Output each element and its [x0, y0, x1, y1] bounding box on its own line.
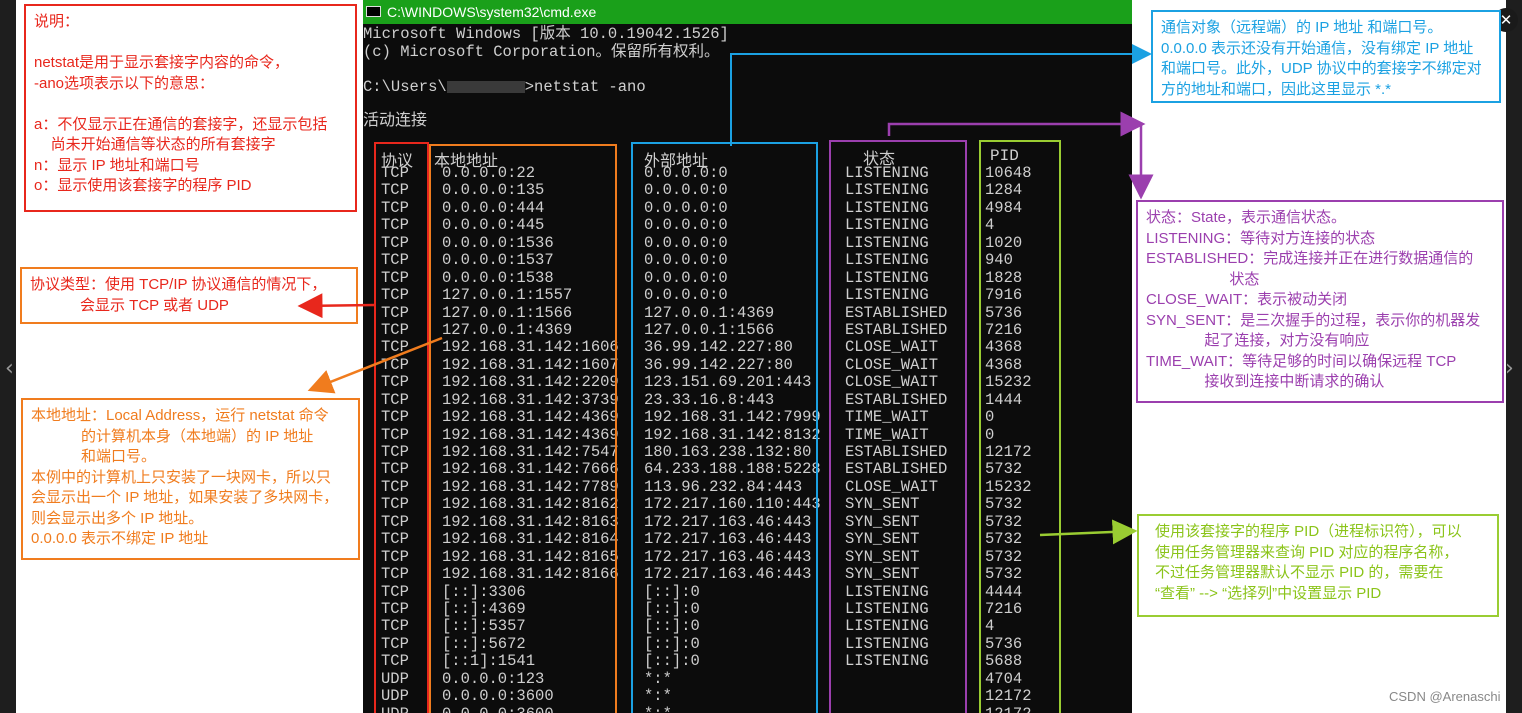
state-arrow-right: [887, 111, 1146, 137]
local-arrow: [307, 336, 443, 394]
pid-arrow: [1039, 519, 1138, 545]
protocol-arrow: [297, 293, 376, 319]
callout-arrows: [297, 44, 1154, 545]
foreign-arrow: [730, 44, 1152, 146]
watermark: CSDN @Arenaschi: [1389, 689, 1501, 704]
